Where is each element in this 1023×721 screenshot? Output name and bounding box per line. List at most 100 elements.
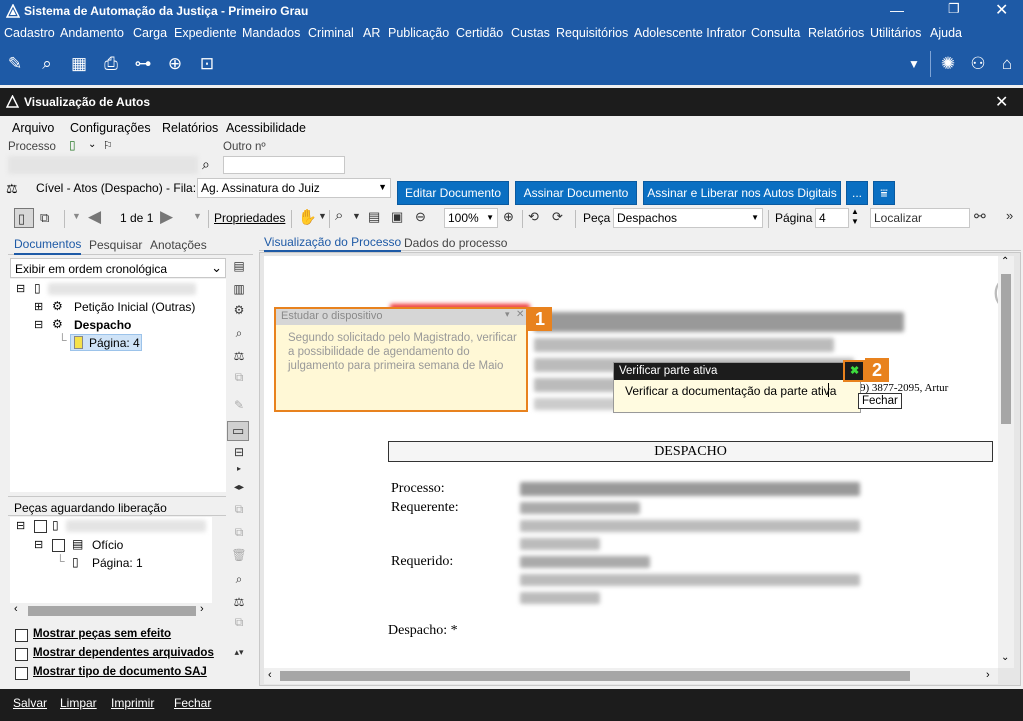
close-app-icon[interactable]: ✕ bbox=[995, 0, 1008, 20]
tab-documentos[interactable]: Documentos bbox=[14, 237, 82, 255]
tab-anotacoes[interactable]: Anotações bbox=[150, 238, 207, 252]
tab-visualizacao[interactable]: Visualização do Processo bbox=[264, 235, 402, 252]
pecas-scroll-thumb[interactable] bbox=[28, 606, 196, 616]
checkbox-dependentes-arquivados[interactable] bbox=[15, 648, 28, 661]
restore-icon[interactable]: ❐ bbox=[948, 1, 960, 17]
pecas-hscrollbar[interactable]: ‹ › bbox=[10, 603, 212, 619]
peticao-expand-icon[interactable]: ⊞ bbox=[34, 300, 43, 313]
zoom-select[interactable]: 100% ▼ bbox=[444, 208, 498, 228]
menu-mandados[interactable]: Mandados bbox=[242, 26, 300, 40]
order-select[interactable]: Exibir em ordem cronológica ⌄ bbox=[10, 258, 226, 278]
checkbox-tipo-documento[interactable] bbox=[15, 667, 28, 680]
tree-tool-8-icon[interactable]: ⊟ bbox=[229, 445, 249, 463]
menu-publicacao[interactable]: Publicação bbox=[388, 26, 449, 40]
menu-cadastro[interactable]: Cadastro bbox=[4, 26, 55, 40]
filter-button[interactable]: ⩸ bbox=[873, 181, 895, 205]
menu-utilitarios[interactable]: Utilitários bbox=[870, 26, 921, 40]
scroll-left-icon[interactable]: ‹ bbox=[14, 603, 18, 615]
document-scroll-thumb[interactable] bbox=[1001, 274, 1011, 424]
calendar-icon[interactable]: ▦ bbox=[68, 53, 90, 75]
annotation-tool-button[interactable]: ▭ bbox=[227, 421, 249, 441]
tree-tool-5-icon[interactable]: ⚖ bbox=[229, 349, 249, 367]
outro-input[interactable] bbox=[223, 156, 345, 174]
peca-select[interactable]: Despachos ▼ bbox=[613, 208, 763, 228]
fechar-button[interactable]: Fechar bbox=[174, 696, 211, 710]
annotation-note-1[interactable]: Estudar o dispositivo ▾ ✕ Segundo solici… bbox=[274, 307, 528, 412]
pecas-pagina[interactable]: Página: 1 bbox=[92, 556, 143, 570]
menu-requisitorios[interactable]: Requisitórios bbox=[556, 26, 628, 40]
previous-page-icon[interactable]: ◀ bbox=[88, 207, 101, 227]
tree-tool-1-icon[interactable]: ▤ bbox=[229, 259, 249, 277]
tree-tool-6-icon[interactable]: ⧉ bbox=[229, 370, 249, 388]
chevron-down-icon[interactable]: ⌄ bbox=[88, 139, 96, 150]
note2-close-button[interactable]: ✖ bbox=[843, 360, 865, 382]
scroll-down-icon[interactable]: ⌄ bbox=[1001, 652, 1009, 663]
close-window-icon[interactable]: ✕ bbox=[995, 92, 1008, 112]
limpar-button[interactable]: Limpar bbox=[60, 696, 97, 710]
hscroll-left-icon[interactable]: ‹ bbox=[268, 669, 272, 681]
tree-tool-3-icon[interactable]: ⚙ bbox=[229, 303, 249, 321]
zoom-icon[interactable]: ⌕ bbox=[335, 207, 343, 224]
users-icon[interactable]: ⚇ bbox=[967, 53, 989, 75]
fila-select[interactable]: Ag. Assinatura do Juiz ▼ bbox=[197, 178, 391, 198]
dropdown-first-icon[interactable]: ▼ bbox=[72, 211, 81, 221]
oficio-collapse-icon[interactable]: ⊟ bbox=[34, 538, 43, 551]
hand-tool-icon[interactable]: ✋ bbox=[298, 208, 317, 226]
menu-acessibilidade[interactable]: Acessibilidade bbox=[226, 121, 306, 135]
menu-ajuda[interactable]: Ajuda bbox=[930, 26, 962, 40]
more-button[interactable]: ... bbox=[846, 181, 868, 205]
toggle-view-button[interactable]: ▯ bbox=[14, 208, 34, 228]
menu-arquivo[interactable]: Arquivo bbox=[12, 121, 54, 135]
search-processo-icon[interactable]: ⌕ bbox=[202, 156, 210, 173]
overflow-icon[interactable]: » bbox=[1006, 208, 1013, 223]
tree-peticao[interactable]: Petição Inicial (Outras) bbox=[74, 300, 195, 314]
zoom-in-icon[interactable]: ⊕ bbox=[503, 209, 514, 225]
note2-header[interactable]: Verificar parte ativa bbox=[614, 363, 860, 380]
note1-text[interactable]: Segundo solicitado pelo Magistrado, veri… bbox=[288, 331, 522, 373]
document-hscroll-thumb[interactable] bbox=[280, 671, 910, 681]
menu-certidao[interactable]: Certidão bbox=[456, 26, 503, 40]
dropdown-last-icon[interactable]: ▼ bbox=[193, 211, 202, 221]
annotation-note-2[interactable]: Verificar parte ativa Verificar a docume… bbox=[613, 362, 861, 413]
menu-configuracoes[interactable]: Configurações bbox=[70, 121, 151, 135]
pecas-tool-2-icon[interactable]: ⧉ bbox=[229, 525, 249, 543]
despacho-collapse-icon[interactable]: ⊟ bbox=[34, 318, 43, 331]
note1-collapse-icon[interactable]: ▾ bbox=[505, 309, 510, 320]
label-pecas-sem-efeito[interactable]: Mostrar peças sem efeito bbox=[33, 628, 171, 640]
rotate-right-icon[interactable]: ⟳ bbox=[552, 209, 563, 225]
assinar-liberar-button[interactable]: Assinar e Liberar nos Autos Digitais bbox=[643, 181, 841, 205]
localizar-input[interactable]: Localizar bbox=[870, 208, 970, 228]
editar-documento-button[interactable]: Editar Documento bbox=[397, 181, 509, 205]
add-document-icon[interactable]: ⊕ bbox=[164, 53, 186, 75]
menu-custas[interactable]: Custas bbox=[511, 26, 550, 40]
pagina-input[interactable]: 4 bbox=[815, 208, 849, 228]
label-dependentes-arquivados[interactable]: Mostrar dependentes arquivados bbox=[33, 647, 214, 659]
tree-tool-more-icon[interactable]: ▸ bbox=[229, 464, 249, 482]
tree-tool-2-icon[interactable]: ▥ bbox=[229, 282, 249, 300]
note1-header[interactable]: Estudar o dispositivo ▾ ✕ bbox=[276, 309, 526, 325]
label-tipo-documento[interactable]: Mostrar tipo de documento SAJ bbox=[33, 666, 207, 678]
menu-adolescente-infrator[interactable]: Adolescente Infrator bbox=[634, 26, 746, 40]
loading-icon[interactable]: ✺ bbox=[937, 53, 959, 75]
splitter-arrows-icon[interactable]: ◂▸ bbox=[229, 482, 249, 500]
pecas-tool-1-icon[interactable]: ⧉ bbox=[229, 502, 249, 520]
pecas-root-label[interactable] bbox=[66, 520, 206, 532]
menu-criminal[interactable]: Criminal bbox=[308, 26, 354, 40]
home-icon[interactable]: ⌂ bbox=[996, 53, 1018, 75]
minimize-icon[interactable]: — bbox=[890, 2, 904, 18]
document-hscrollbar[interactable]: ‹ › bbox=[264, 668, 998, 684]
pecas-collapse-icon[interactable]: ⊟ bbox=[16, 519, 25, 532]
page-view-icon[interactable]: ⧉ bbox=[40, 210, 49, 226]
fit-page-icon[interactable]: ▣ bbox=[391, 209, 403, 225]
tree-despacho[interactable]: Despacho bbox=[74, 318, 131, 332]
root-document-label[interactable] bbox=[48, 283, 196, 295]
flag-icon[interactable]: ⚐ bbox=[103, 139, 113, 152]
pecas-splitter-icon[interactable]: ▴▾ bbox=[229, 647, 249, 665]
document-vscrollbar[interactable]: ⌃ ⌄ bbox=[998, 256, 1014, 668]
salvar-button[interactable]: Salvar bbox=[13, 696, 47, 710]
menu-consulta[interactable]: Consulta bbox=[751, 26, 800, 40]
rotate-left-icon[interactable]: ⟲ bbox=[528, 209, 539, 225]
processo-input[interactable] bbox=[8, 156, 198, 174]
zoom-out-icon[interactable]: ⊖ bbox=[415, 209, 426, 225]
propriedades-button[interactable]: Propriedades bbox=[214, 211, 285, 225]
